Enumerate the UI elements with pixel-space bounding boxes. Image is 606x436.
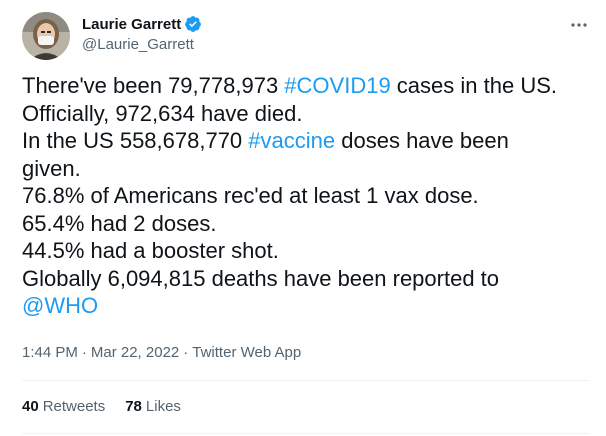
more-horizontal-icon	[571, 23, 587, 27]
author-name-row: Laurie Garrett	[82, 14, 202, 34]
likes-stat[interactable]: 78 Likes	[125, 398, 181, 415]
tweet-line: There've been 79,778,973 #COVID19 cases …	[22, 72, 592, 100]
tweet-text-segment: 44.5% had a booster shot.	[22, 238, 279, 263]
verified-badge-icon	[184, 15, 202, 33]
mention-link[interactable]: @WHO	[22, 293, 98, 318]
tweet-time[interactable]: 1:44 PM	[22, 344, 78, 361]
author-name[interactable]: Laurie Garrett	[82, 16, 181, 33]
likes-label: Likes	[145, 398, 181, 415]
tweet-line: Globally 6,094,815 deaths have been repo…	[22, 265, 592, 293]
tweet-text-segment: 76.8% of Americans rec'ed at least 1 vax…	[22, 183, 479, 208]
author-handle[interactable]: @Laurie_Garrett	[82, 36, 202, 53]
tweet-text-segment: doses have been	[335, 128, 509, 153]
tweet-source-app[interactable]: Twitter Web App	[192, 344, 301, 361]
tweet-line: 44.5% had a booster shot.	[22, 237, 592, 265]
retweets-count: 40	[22, 398, 39, 415]
tweet-text-segment: Officially, 972,634 have died.	[22, 100, 303, 126]
retweets-stat[interactable]: 40 Retweets	[22, 398, 105, 415]
engagement-stats: 40 Retweets 78 Likes	[22, 398, 201, 415]
meta-separator: ·	[81, 344, 87, 361]
tweet-text-segment: Globally 6,094,815 deaths have been repo…	[22, 265, 500, 291]
more-options-button[interactable]	[568, 14, 590, 36]
tweet-text-segment: There've been 79,778,973	[22, 73, 285, 98]
tweet-meta: 1:44 PM · Mar 22, 2022 · Twitter Web App	[22, 344, 301, 361]
profile-photo-icon	[22, 12, 70, 60]
divider	[22, 433, 590, 434]
tweet-line: In the US 558,678,770 #vaccine doses hav…	[22, 127, 592, 155]
hashtag-link[interactable]: #vaccine	[248, 128, 335, 153]
tweet-text: There've been 79,778,973 #COVID19 cases …	[22, 72, 592, 320]
likes-count: 78	[125, 398, 142, 415]
avatar[interactable]	[22, 12, 70, 60]
hashtag-link[interactable]: #COVID19	[284, 73, 390, 98]
tweet-date[interactable]: Mar 22, 2022	[91, 344, 179, 361]
tweet-line: given.	[22, 155, 592, 183]
divider	[22, 380, 590, 381]
tweet-line: 76.8% of Americans rec'ed at least 1 vax…	[22, 182, 592, 210]
retweets-label: Retweets	[42, 398, 106, 415]
tweet-line: Officially, 972,634 have died.	[22, 100, 592, 128]
author-block: Laurie Garrett @Laurie_Garrett	[82, 14, 202, 53]
tweet-text-segment: 65.4% had 2 doses.	[22, 210, 217, 236]
tweet-text-segment: cases in the US.	[390, 73, 557, 98]
tweet-text-segment: given.	[22, 155, 81, 181]
tweet-line: @WHO	[22, 292, 592, 320]
tweet-text-segment: In the US 558,678,770	[22, 128, 249, 153]
tweet-line: 65.4% had 2 doses.	[22, 210, 592, 238]
meta-separator-2: ·	[183, 344, 189, 361]
